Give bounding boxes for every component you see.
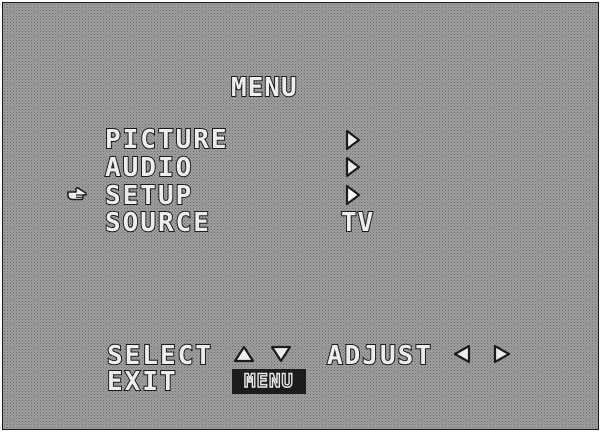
exit-hint-label: EXIT — [106, 367, 178, 397]
arrow-right-icon[interactable] — [345, 184, 361, 206]
menu-item-source[interactable]: SOURCE — [104, 209, 211, 237]
arrow-left-icon — [453, 344, 471, 364]
select-hint-label: SELECT — [106, 341, 213, 371]
tv-osd-screen: MENU PICTURE AUDIO SETUP SOURCE TV SELEC… — [2, 2, 599, 430]
pointing-hand-icon — [67, 187, 87, 201]
arrow-right-icon[interactable] — [345, 129, 361, 151]
arrow-up-icon — [233, 345, 255, 363]
arrow-right-icon — [493, 344, 511, 364]
menu-key-label: MENU — [243, 370, 294, 392]
menu-item-audio[interactable]: AUDIO — [104, 154, 193, 182]
arrow-right-icon[interactable] — [345, 156, 361, 178]
menu-key-button[interactable]: MENU — [232, 369, 306, 394]
source-value[interactable]: TV — [340, 209, 374, 237]
menu-item-picture[interactable]: PICTURE — [104, 126, 229, 154]
menu-title: MENU — [230, 73, 298, 103]
menu-item-setup[interactable]: SETUP — [104, 182, 193, 210]
adjust-hint-label: ADJUST — [326, 341, 433, 371]
arrow-down-icon — [270, 345, 292, 363]
